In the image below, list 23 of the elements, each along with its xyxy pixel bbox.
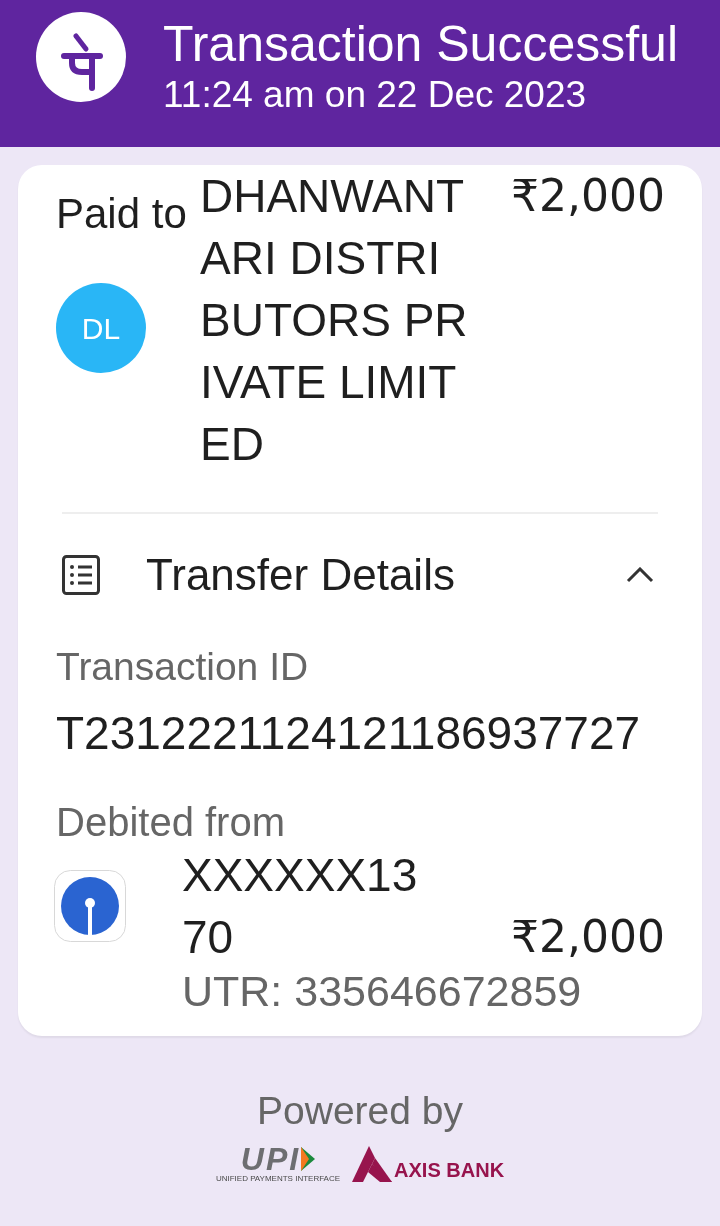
logo-mark-icon [352,1146,393,1182]
payee-avatar: DL [56,283,146,373]
section-title: Transfer Details [146,550,455,600]
timestamp-text: 11:24 am on 22 Dec 2023 [163,73,588,117]
list-icon [62,555,100,595]
triangle-arrow-icon [301,1147,316,1171]
bank-name-text: AXIS BANK [394,1158,505,1182]
payee-name: DHANWANTARI DISTRIBUTORS PRIVATE LIMITED [200,169,469,472]
powered-by-text: Powered by [257,1088,463,1134]
payment-amount: ₹2,000 [511,169,665,223]
chevron-up-icon[interactable] [626,567,654,583]
utr-text: UTR: 335646672859 [181,968,583,1014]
logo-icon [36,12,126,102]
bank-logo-icon [54,870,126,942]
debit-amount: ₹2,000 [511,910,665,964]
field-value: T2312221124121186937727 [56,706,642,760]
page-title: Transaction Successful [163,15,679,73]
logo-tagline: UNIFIED PAYMENTS INTERFACE [215,1174,341,1184]
account-number: XXXXXX1370 [182,848,419,965]
paid-to-label: Paid to [56,189,188,239]
logo-text: UPI [240,1144,301,1174]
field-label: Debited from [55,800,286,844]
field-label: Transaction ID [56,644,310,690]
